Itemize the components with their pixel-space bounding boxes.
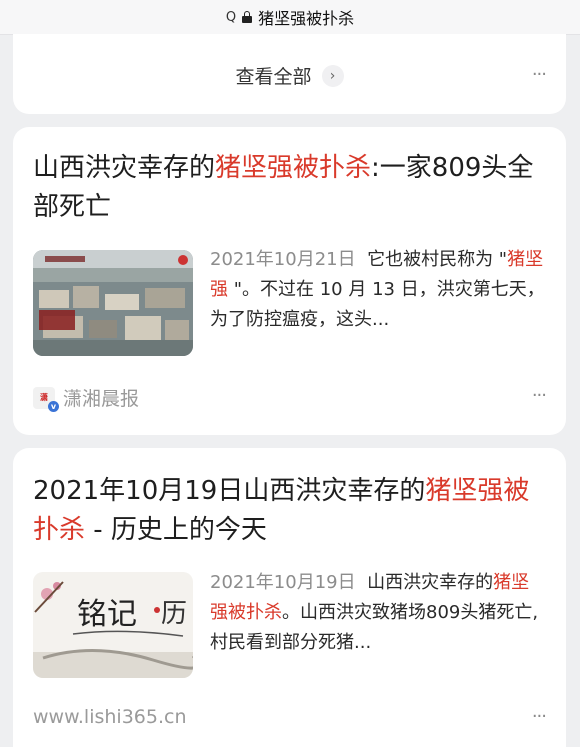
result-date: 2021年10月21日 — [210, 249, 356, 270]
view-all-link[interactable]: 查看全部 › — [13, 62, 566, 89]
source-name: 潇湘晨报 — [63, 388, 140, 410]
result-thumbnail[interactable]: 铭记 历 — [33, 572, 193, 678]
view-all-label: 查看全部 — [235, 66, 312, 88]
title-text: 山西洪灾幸存的 — [33, 153, 216, 183]
history-calligraphy-banner-icon: 铭记 历 — [33, 572, 193, 678]
search-icon: Q — [225, 9, 237, 25]
snippet-text: 它也被村民称为 " — [367, 249, 508, 270]
result-snippet: 2021年10月21日 它也被村民称为 "猪坚强 "。不过在 10 月 13 日… — [210, 245, 545, 335]
url-title: 猪坚强被扑杀 — [258, 9, 355, 28]
previous-result-card: 查看全部 › ··· — [13, 34, 566, 114]
search-result-card[interactable]: 山西洪灾幸存的猪坚强被扑杀:一家809头全部死亡 2021年10月21日 它也被… — [13, 127, 566, 435]
browser-address-bar[interactable]: Q 猪坚强被扑杀 — [0, 0, 580, 35]
result-thumbnail[interactable] — [33, 250, 193, 356]
result-source[interactable]: 潇v 潇湘晨报 — [33, 384, 140, 412]
result-title[interactable]: 山西洪灾幸存的猪坚强被扑杀:一家809头全部死亡 — [33, 149, 543, 227]
snippet-text: 山西洪灾幸存的 — [367, 572, 494, 593]
svg-text:铭记: 铭记 — [77, 597, 137, 632]
title-highlight: 猪坚强被扑杀 — [215, 153, 372, 183]
more-options-button[interactable]: ··· — [532, 385, 547, 406]
svg-text:历: 历 — [161, 599, 187, 629]
chevron-right-icon: › — [321, 64, 344, 87]
more-options-button[interactable]: ··· — [532, 706, 547, 727]
flood-aerial-photo-icon — [33, 250, 193, 356]
result-source[interactable]: www.lishi365.cn — [33, 706, 186, 728]
snippet-text: "。不过在 10 月 13 日，洪灾第七天，为了防控瘟疫，这头... — [210, 279, 545, 330]
title-text: - 历史上的今天 — [85, 515, 267, 545]
source-name: www.lishi365.cn — [33, 706, 187, 728]
search-result-card[interactable]: 2021年10月19日山西洪灾幸存的猪坚强被扑杀 - 历史上的今天 铭记 历 2… — [13, 448, 566, 747]
more-options-button[interactable]: ··· — [532, 64, 547, 85]
lock-icon — [242, 11, 253, 23]
result-snippet: 2021年10月19日 山西洪灾幸存的猪坚强被扑杀。山西洪灾致猪场809头猪死亡… — [210, 568, 545, 658]
source-logo-icon: 潇v — [33, 386, 59, 412]
title-text: 2021年10月19日山西洪灾幸存的 — [33, 476, 426, 506]
result-title[interactable]: 2021年10月19日山西洪灾幸存的猪坚强被扑杀 - 历史上的今天 — [33, 472, 543, 550]
result-date: 2021年10月19日 — [210, 572, 356, 593]
